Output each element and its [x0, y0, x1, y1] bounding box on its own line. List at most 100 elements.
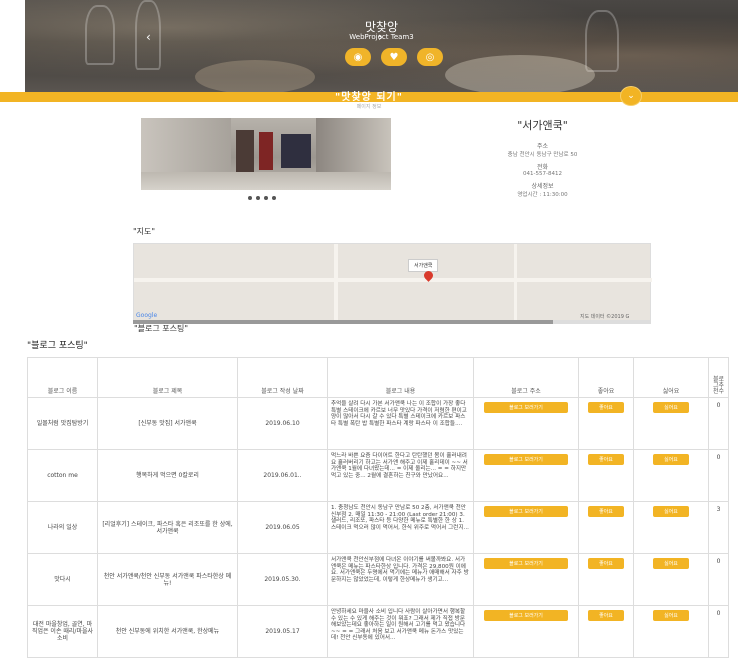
column-header: 좋아요 — [578, 357, 634, 398]
like-button[interactable]: 좋아요 — [588, 506, 624, 517]
blog-date-cell: 2019.05.30. — [237, 553, 328, 606]
heart-icon[interactable]: ♥ — [381, 48, 407, 66]
map-road — [134, 278, 652, 282]
hero-banner: 맛찾앙 WebProject Team3 ◉ ♥ ◎ — [25, 0, 738, 92]
like-button-cell: 좋아요 — [578, 553, 634, 606]
map-credit: 지도 데이터 ©2019 G — [580, 314, 630, 320]
table-row: 대전 마을창업, 골연, 마직업은 이손 때리/마을사 소비 천안 신부동에 위치… — [27, 605, 729, 658]
like-button[interactable]: 좋아요 — [588, 558, 624, 569]
hero-icon-row: ◉ ♥ ◎ — [345, 48, 443, 66]
column-header: 블로그 제목 — [97, 357, 238, 398]
visit-blog-button-cell: 블로그 보러가기 — [473, 605, 579, 658]
photo-door — [259, 132, 273, 170]
recommend-count-cell: 0 — [708, 397, 729, 450]
map-section-title: "지도" — [133, 227, 156, 236]
column-header: 블로그 주소 — [473, 357, 579, 398]
photo-floor — [141, 172, 391, 190]
chevron-down-icon[interactable]: ⌄ — [620, 86, 642, 106]
chevron-right-icon[interactable]: › — [378, 30, 383, 44]
column-header: 싫어요 — [633, 357, 709, 398]
blog-title-cell: 행복하게 먹으면 0칼로리 — [97, 449, 238, 502]
visit-blog-button[interactable]: 블로그 보러가기 — [484, 402, 568, 413]
visit-blog-button-cell: 블로그 보러가기 — [473, 501, 579, 554]
column-header: 블로그 내용 — [327, 357, 474, 398]
column-header: 블로그추천수 — [708, 357, 729, 398]
blog-section-title: "블로그 포스팅" — [27, 341, 88, 351]
recommend-count-cell: 3 — [708, 501, 729, 554]
blog-content-cell: 추억을 살려 다시 가본 서가앤쿡 나는 이 조합이 가장 좋다 특별 스테이크… — [327, 397, 474, 450]
dislike-button[interactable]: 싫어요 — [653, 506, 689, 517]
eye-icon[interactable]: ◉ — [345, 48, 371, 66]
target-icon[interactable]: ◎ — [417, 48, 443, 66]
shop-info: "서가앤쿡" 주소 충남 천안시 동남구 만남로 50 전화 041-557-8… — [450, 117, 635, 202]
blog-title-cell: 천안 신부동에 위치한 서가앤쿡, 한상메뉴 — [97, 605, 238, 658]
blog-date-cell: 2019.05.17 — [237, 605, 328, 658]
blog-name-cell: 나라의 일상 — [27, 501, 98, 554]
like-button-cell: 좋아요 — [578, 501, 634, 554]
dislike-button-cell: 싫어요 — [633, 553, 709, 606]
blog-content-cell: 서가앤쿡 천안신부점에 다녀온 이야기를 써볼까봐요. 서가앤쿡은 메뉴는 파스… — [327, 553, 474, 606]
table-header-row: 블로그 이름 블로그 제목 블로그 작성 날짜 블로그 내용 블로그 주소 좋아… — [27, 357, 729, 398]
recommend-count-cell: 0 — [708, 553, 729, 606]
map-road — [334, 244, 338, 324]
map-road — [514, 244, 517, 324]
shop-name: "서가앤쿡" — [517, 119, 568, 132]
carousel-dot[interactable] — [248, 196, 252, 200]
dislike-button-cell: 싫어요 — [633, 605, 709, 658]
blog-section-title-top: "블로그 포스팅" — [134, 324, 189, 333]
visit-blog-button[interactable]: 블로그 보러가기 — [484, 610, 568, 621]
blog-title-cell: [리얼후기] 스테이크, 파스타 혹은 리조또를 한 상에, 서가앤쿡 — [97, 501, 238, 554]
address-label: 주소 — [536, 143, 549, 150]
scrollbar-thumb[interactable] — [133, 320, 553, 324]
carousel-indicators — [248, 196, 276, 200]
like-button[interactable]: 좋아요 — [588, 402, 624, 413]
like-button-cell: 좋아요 — [578, 605, 634, 658]
photo-door — [281, 134, 311, 168]
dislike-button-cell: 싫어요 — [633, 397, 709, 450]
plate-decoration — [445, 55, 595, 92]
column-header: 블로그 이름 — [27, 357, 98, 398]
column-header: 블로그 작성 날짜 — [237, 357, 328, 398]
phone-value: 041-557-8412 — [523, 171, 562, 177]
blog-name-cell: cotton me — [27, 449, 98, 502]
blog-posts-table: 블로그 이름 블로그 제목 블로그 작성 날짜 블로그 내용 블로그 주소 좋아… — [27, 357, 729, 658]
blog-date-cell: 2019.06.05 — [237, 501, 328, 554]
like-button-cell: 좋아요 — [578, 449, 634, 502]
blog-content-cell: 1. 충청남도 천안시 동남구 만남로 50 2층, 서가앤쿡 천안신부점 2.… — [327, 501, 474, 554]
chevron-left-icon[interactable]: ‹ — [146, 30, 151, 44]
map-marker-label: 서가앤쿡 — [408, 259, 439, 272]
recommend-count-cell: 0 — [708, 605, 729, 658]
carousel-dot[interactable] — [256, 196, 260, 200]
blog-date-cell: 2019.06.10 — [237, 397, 328, 450]
visit-blog-button-cell: 블로그 보러가기 — [473, 449, 579, 502]
detail-label: 상세정보 — [531, 183, 554, 190]
blog-name-cell: 맛다시 — [27, 553, 98, 606]
map-view[interactable] — [133, 243, 652, 324]
table-row: cotton me 행복하게 먹으면 0칼로리 2019.06.01.. 먹느라 바쁜… — [27, 449, 729, 502]
photo-door — [236, 130, 254, 172]
visit-blog-button-cell: 블로그 보러가기 — [473, 553, 579, 606]
visit-blog-button[interactable]: 블로그 보러가기 — [484, 506, 568, 517]
address-value: 충남 천안시 동남구 만남로 50 — [507, 152, 578, 158]
like-button-cell: 좋아요 — [578, 397, 634, 450]
blog-name-cell: 일몰처럼 맛집탐방기 — [27, 397, 98, 450]
hours-value: 영업시간 : 11:30:00 — [517, 192, 568, 198]
blog-content-cell: 먹느라 바쁜 요즘 다이어트 한다고 탄탄했던 몸이 흘러내려요 흘러버리기 하… — [327, 449, 474, 502]
table-row: 일몰처럼 맛집탐방기 [신부동 맛집] 서가앤쿡 2019.06.10 추억을 살려 … — [27, 397, 729, 450]
like-button[interactable]: 좋아요 — [588, 610, 624, 621]
dislike-button[interactable]: 싫어요 — [653, 402, 689, 413]
visit-blog-button[interactable]: 블로그 보러가기 — [484, 454, 568, 465]
map-scrollbar[interactable] — [133, 320, 651, 324]
carousel-dot[interactable] — [272, 196, 276, 200]
like-button[interactable]: 좋아요 — [588, 454, 624, 465]
dislike-button[interactable]: 싫어요 — [653, 558, 689, 569]
google-logo[interactable]: Google — [136, 312, 157, 319]
table-row: 나라의 일상 [리얼후기] 스테이크, 파스타 혹은 리조또를 한 상에, 서가앤… — [27, 501, 729, 554]
visit-blog-button[interactable]: 블로그 보러가기 — [484, 558, 568, 569]
dislike-button[interactable]: 싫어요 — [653, 454, 689, 465]
dislike-button[interactable]: 싫어요 — [653, 610, 689, 621]
shop-photo-carousel[interactable] — [141, 118, 391, 190]
blog-date-cell: 2019.06.01.. — [237, 449, 328, 502]
carousel-dot[interactable] — [264, 196, 268, 200]
dislike-button-cell: 싫어요 — [633, 449, 709, 502]
